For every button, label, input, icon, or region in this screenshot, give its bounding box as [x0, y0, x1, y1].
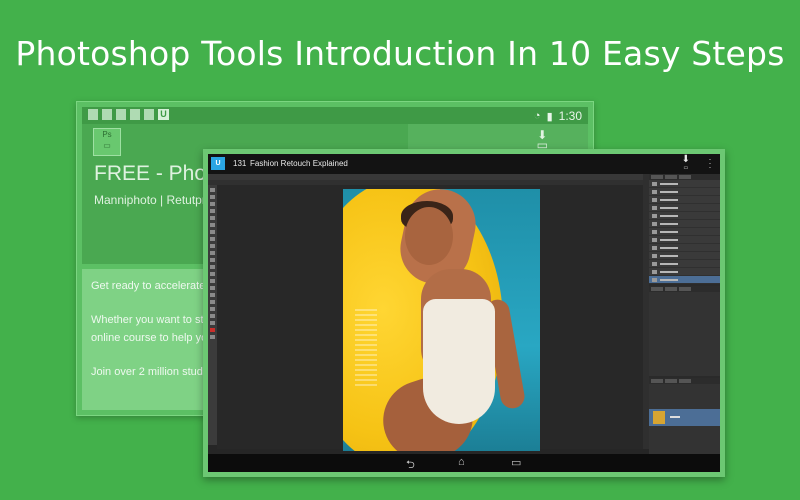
history-item[interactable]: [649, 188, 720, 196]
shape-tool-icon: [210, 307, 215, 311]
app-icon: Ps ▭: [93, 128, 121, 156]
download-icon[interactable]: ⬇ ▭: [682, 155, 690, 173]
history-list: [649, 180, 720, 284]
phone-icon: [88, 109, 98, 120]
type-tool-icon: [210, 293, 215, 297]
layer-name: [670, 416, 680, 418]
layer-options: [649, 384, 720, 406]
wifi-icon: ◔: [533, 110, 541, 122]
move-tool-icon: [210, 188, 215, 192]
history-item[interactable]: [649, 236, 720, 244]
ps-canvas-area: [217, 185, 643, 451]
tab-histogram[interactable]: [665, 175, 677, 179]
gradient-icon: [210, 265, 215, 269]
history-brush-icon: [210, 251, 215, 255]
magazine-text: [355, 309, 377, 389]
back-app-subtitle: Manniphoto | Retutpro: [94, 193, 213, 207]
tab-channels[interactable]: [665, 379, 677, 383]
properties-panel-tabs: [649, 286, 720, 292]
lasso-tool-icon: [210, 202, 215, 206]
foreground-color-icon: [210, 328, 215, 332]
image-icon: [102, 109, 112, 120]
ps-tools-panel: [208, 185, 217, 445]
udemy-icon: U: [158, 109, 169, 120]
hand-tool-icon: [210, 314, 215, 318]
history-item[interactable]: [649, 260, 720, 268]
history-item[interactable]: [649, 268, 720, 276]
udemy-app-icon: U: [211, 157, 225, 170]
dodge-icon: [210, 279, 215, 283]
gmail-icon: [116, 109, 126, 120]
ps-right-panels: [649, 174, 720, 458]
marquee-tool-icon: [210, 195, 215, 199]
history-item[interactable]: [649, 244, 720, 252]
back-status-bar: U ◔ ▮ 1:30: [82, 107, 588, 124]
promo-headline: Photoshop Tools Introduction In 10 Easy …: [15, 34, 785, 73]
layer-thumbnail: [653, 411, 665, 424]
history-item[interactable]: [649, 252, 720, 260]
eraser-icon: [210, 258, 215, 262]
back-nav-icon[interactable]: ⮌: [406, 456, 415, 472]
status-time: 1:30: [558, 109, 582, 123]
crop-tool-icon: [210, 216, 215, 220]
home-nav-icon[interactable]: ⌂: [458, 456, 465, 468]
gmail-icon: [130, 109, 140, 120]
battery-icon: ▮: [546, 110, 553, 123]
recent-apps-icon[interactable]: ▭: [511, 456, 521, 469]
video-screen[interactable]: U 131 Fashion Retouch Explained ⬇ ▭ · · ·: [208, 154, 720, 472]
brush-tool-icon: [210, 237, 215, 241]
video-number: 131: [233, 159, 247, 168]
image-icon: [144, 109, 154, 120]
video-top-bar: U 131 Fashion Retouch Explained ⬇ ▭ · · ·: [208, 154, 720, 174]
path-select-icon: [210, 300, 215, 304]
healing-brush-icon: [210, 230, 215, 234]
blur-icon: [210, 272, 215, 276]
android-nav-bar: ⮌ ⌂ ▭: [208, 454, 720, 472]
tab-layers[interactable]: [651, 379, 663, 383]
history-item[interactable]: [649, 212, 720, 220]
tab-history[interactable]: [651, 175, 663, 179]
layers-panel: [649, 376, 720, 458]
model-head: [405, 207, 453, 265]
eyedropper-icon: [210, 223, 215, 227]
white-swimsuit: [423, 299, 495, 424]
magic-wand-icon: [210, 209, 215, 213]
tab-adjustments[interactable]: [651, 287, 663, 291]
overflow-menu-icon[interactable]: · · ·: [708, 155, 712, 172]
tab-actions[interactable]: [679, 175, 691, 179]
tab-properties[interactable]: [665, 287, 677, 291]
pen-tool-icon: [210, 286, 215, 290]
download-icon[interactable]: ⬇ ▭: [537, 129, 548, 151]
history-item[interactable]: [649, 220, 720, 228]
history-item[interactable]: [649, 180, 720, 188]
tab-paths[interactable]: [679, 379, 691, 383]
quick-mask-icon: [210, 335, 215, 339]
zoom-tool-icon: [210, 321, 215, 325]
history-item[interactable]: [649, 228, 720, 236]
layer-row-selected[interactable]: [649, 409, 720, 426]
tab-navigator[interactable]: [679, 287, 691, 291]
history-item-selected[interactable]: [649, 276, 720, 284]
front-device-frame: U 131 Fashion Retouch Explained ⬇ ▭ · · ·: [203, 149, 725, 477]
clone-stamp-icon: [210, 244, 215, 248]
history-item[interactable]: [649, 204, 720, 212]
fashion-photo: [343, 189, 540, 451]
properties-panel: [649, 284, 720, 376]
video-title: Fashion Retouch Explained: [250, 159, 348, 168]
history-item[interactable]: [649, 196, 720, 204]
